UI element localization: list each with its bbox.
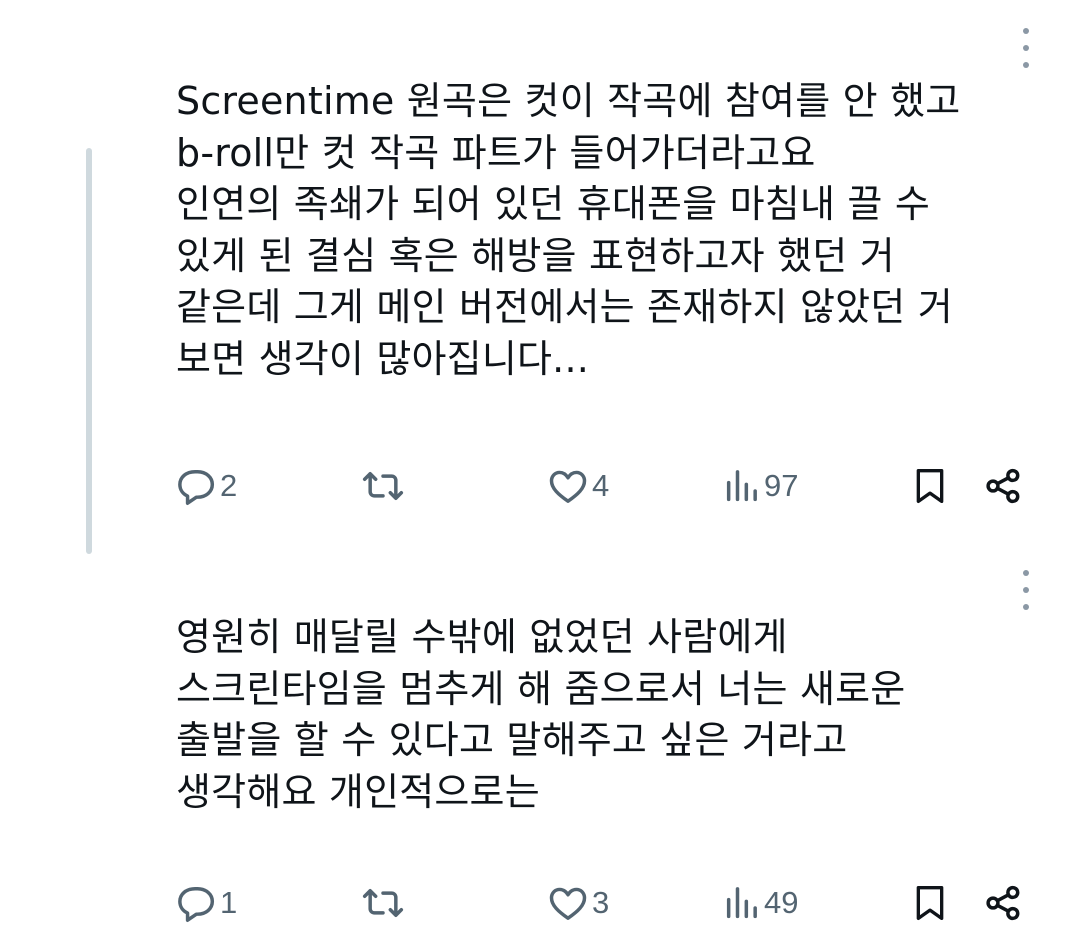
views-chart-icon bbox=[726, 887, 757, 919]
reply-count: 1 bbox=[220, 885, 238, 920]
share-button[interactable] bbox=[982, 875, 1024, 931]
views-count: 97 bbox=[764, 468, 799, 503]
reply-icon bbox=[178, 469, 215, 505]
views-chart-icon bbox=[726, 470, 757, 502]
views-button[interactable]: 49 bbox=[722, 875, 798, 931]
reply-button[interactable]: 1 bbox=[174, 875, 237, 931]
bookmark-button[interactable] bbox=[910, 875, 950, 931]
repost-button[interactable] bbox=[360, 458, 406, 514]
post-actions: 1 3 49 bbox=[174, 875, 1034, 931]
reply-button[interactable]: 2 bbox=[174, 458, 237, 514]
share-icon bbox=[986, 468, 1020, 504]
like-button[interactable]: 4 bbox=[546, 458, 609, 514]
share-button[interactable] bbox=[982, 458, 1024, 514]
repost-icon bbox=[362, 888, 404, 918]
like-count: 4 bbox=[592, 468, 610, 503]
post-2[interactable]: 영원히 매달릴 수밖에 없었던 사람에게 스크린타임을 멈추게 해 줌으로서 너… bbox=[0, 560, 1080, 942]
like-button[interactable]: 3 bbox=[546, 875, 609, 931]
share-icon bbox=[986, 885, 1020, 921]
reply-count: 2 bbox=[220, 468, 238, 503]
repost-button[interactable] bbox=[360, 875, 406, 931]
post-text: 영원히 매달릴 수밖에 없었던 사람에게 스크린타임을 멈추게 해 줌으로서 너… bbox=[176, 615, 906, 814]
repost-icon bbox=[362, 471, 404, 501]
views-button[interactable]: 97 bbox=[722, 458, 798, 514]
views-count: 49 bbox=[764, 885, 799, 920]
heart-icon bbox=[549, 887, 587, 920]
post-actions: 2 4 97 bbox=[174, 458, 1034, 514]
bookmark-button[interactable] bbox=[910, 458, 950, 514]
post-1[interactable]: Screentime 원곡은 컷이 작곡에 참여를 안 했고 b-roll만 컷… bbox=[0, 0, 1080, 560]
reply-icon bbox=[178, 886, 215, 922]
like-count: 3 bbox=[592, 885, 610, 920]
post-text: Screentime 원곡은 컷이 작곡에 참여를 안 했고 b-roll만 컷… bbox=[176, 79, 961, 381]
more-options-icon[interactable] bbox=[1020, 28, 1032, 68]
bookmark-icon bbox=[916, 469, 944, 503]
more-options-icon[interactable] bbox=[1020, 570, 1032, 610]
heart-icon bbox=[549, 470, 587, 503]
bookmark-icon bbox=[916, 886, 944, 920]
